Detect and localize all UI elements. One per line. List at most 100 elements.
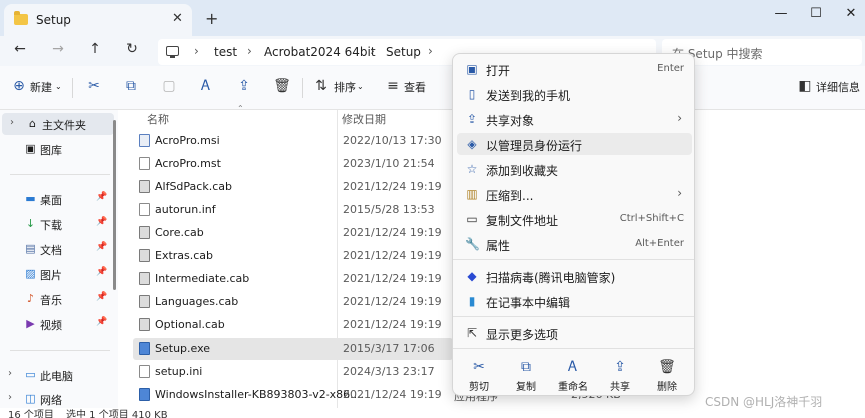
menu-item-edit-notepad[interactable]: ▮ 在记事本中编辑 <box>457 290 692 312</box>
tab-close-icon[interactable]: ✕ <box>172 11 183 26</box>
menu-delete-button[interactable]: 🗑 删除 <box>643 354 691 394</box>
breadcrumb-acrobat[interactable]: Acrobat2024 64bit <box>264 45 376 59</box>
pin-icon[interactable]: 📌 <box>96 267 107 277</box>
sidebar-item-label: 此电脑 <box>40 370 73 383</box>
minimize-button[interactable]: — <box>771 6 791 21</box>
menu-bottom-label: 复制 <box>516 382 536 393</box>
more-options-icon: ⇱ <box>466 326 478 340</box>
cab-file-icon <box>139 318 150 331</box>
cab-file-icon <box>139 180 150 193</box>
pin-icon[interactable]: 📌 <box>96 292 107 302</box>
menu-item-run-as-admin[interactable]: ◈ 以管理员身份运行 <box>457 133 692 155</box>
file-row[interactable]: Core.cab 2021/12/24 19:19 <box>133 222 453 244</box>
file-row[interactable]: AcroPro.msi 2022/10/13 17:30 <box>133 130 453 152</box>
view-button[interactable]: 查看 <box>404 79 426 95</box>
breadcrumb-setup[interactable]: Setup <box>386 45 421 59</box>
file-row[interactable]: Optional.cab 2021/12/24 19:19 <box>133 314 453 336</box>
file-row[interactable]: AcroPro.mst 2023/1/10 21:54 <box>133 153 453 175</box>
menu-item-label: 扫描病毒(腾讯电脑管家) <box>486 271 616 285</box>
msi-file-icon <box>139 134 150 147</box>
menu-item-compress[interactable]: ▥ 压缩到... › <box>457 183 692 205</box>
pin-icon[interactable]: 📌 <box>96 217 107 227</box>
column-header-date[interactable]: 修改日期 <box>342 111 386 127</box>
menu-share-button[interactable]: ⇪ 共享 <box>596 354 644 394</box>
menu-cut-button[interactable]: ✂ 剪切 <box>455 354 503 394</box>
menu-separator <box>453 316 694 317</box>
sidebar-item-desktop[interactable]: ▬ 桌面 📌 <box>0 188 112 210</box>
menu-item-add-favorites[interactable]: ☆ 添加到收藏夹 <box>457 158 692 180</box>
cab-file-icon <box>139 249 150 262</box>
path-icon: ▭ <box>466 212 478 226</box>
chevron-right-icon[interactable]: › <box>10 117 14 128</box>
menu-item-open[interactable]: ▣ 打开 Enter <box>457 58 692 80</box>
file-row-selected[interactable]: Setup.exe 2015/3/17 17:06 <box>133 338 453 360</box>
sort-button[interactable]: 排序 <box>334 79 356 95</box>
new-icon: ⊕ <box>13 78 25 94</box>
file-row[interactable]: Extras.cab 2021/12/24 19:19 <box>133 245 453 267</box>
share-icon[interactable]: ⇪ <box>235 78 253 94</box>
chevron-down-icon: ⌄ <box>357 82 364 91</box>
file-row[interactable]: autorun.inf 2015/5/28 13:53 <box>133 199 453 221</box>
details-button[interactable]: 详细信息 <box>816 79 860 95</box>
pin-icon[interactable]: 📌 <box>96 317 107 327</box>
toolbar-divider <box>302 78 303 98</box>
paste-icon[interactable]: ▢ <box>160 78 178 94</box>
menu-item-share-with[interactable]: ⇪ 共享对象 › <box>457 108 692 130</box>
forward-button[interactable]: → <box>48 41 68 57</box>
menu-item-copy-path[interactable]: ▭ 复制文件地址 Ctrl+Shift+C <box>457 208 692 230</box>
rename-icon[interactable]: Ꭺ <box>197 78 215 94</box>
sidebar-item-downloads[interactable]: ↓ 下载 📌 <box>0 213 112 235</box>
file-row[interactable]: Languages.cab 2021/12/24 19:19 <box>133 291 453 313</box>
chevron-right-icon: › <box>677 111 682 125</box>
title-bar: Setup ✕ + — ☐ ✕ <box>0 0 865 36</box>
sidebar-item-this-pc[interactable]: › ▭ 此电脑 <box>0 364 112 386</box>
sidebar-item-home[interactable]: › ⌂ 主文件夹 <box>2 113 114 135</box>
file-name: Core.cab <box>155 226 204 239</box>
menu-item-properties[interactable]: 🔧 属性 Alt+Enter <box>457 233 692 255</box>
file-name: AcroPro.msi <box>155 134 220 147</box>
menu-item-label: 显示更多选项 <box>486 328 559 342</box>
menu-copy-button[interactable]: ⧉ 复制 <box>502 354 550 394</box>
file-row[interactable]: AlfSdPack.cab 2021/12/24 19:19 <box>133 176 453 198</box>
file-row[interactable]: Intermediate.cab 2021/12/24 19:19 <box>133 268 453 290</box>
menu-item-more-options[interactable]: ⇱ 显示更多选项 <box>457 322 692 344</box>
file-date: 2021/12/24 19:19 <box>343 318 442 331</box>
sidebar-item-documents[interactable]: ▤ 文档 📌 <box>0 238 112 260</box>
network-icon: ◫ <box>25 392 36 405</box>
menu-item-scan-virus[interactable]: ◆ 扫描病毒(腾讯电脑管家) <box>457 265 692 287</box>
refresh-button[interactable]: ↻ <box>122 41 142 57</box>
sidebar-item-gallery[interactable]: ▣ 图库 <box>0 138 112 160</box>
breadcrumb-test[interactable]: test <box>214 45 237 59</box>
breadcrumb-separator: › <box>247 44 252 58</box>
copy-icon[interactable]: ⧉ <box>122 78 140 94</box>
new-tab-icon[interactable]: + <box>205 9 218 28</box>
delete-icon[interactable]: 🗑 <box>273 78 291 94</box>
close-window-button[interactable]: ✕ <box>841 6 861 21</box>
menu-item-label: 添加到收藏夹 <box>486 164 559 178</box>
menu-rename-button[interactable]: Ꭺ 重命名 <box>549 354 597 394</box>
sidebar-item-music[interactable]: ♪ 音乐 📌 <box>0 288 112 310</box>
sidebar-item-videos[interactable]: ▶ 视频 📌 <box>0 313 112 335</box>
chevron-right-icon[interactable]: › <box>8 368 12 379</box>
picture-icon: ▨ <box>25 267 36 280</box>
document-icon: ▤ <box>25 242 36 255</box>
pin-icon[interactable]: 📌 <box>96 242 107 252</box>
navigation-bar: ← → ↑ ↻ › test › Acrobat2024 64bit › Set… <box>0 36 865 66</box>
exe-file-icon <box>139 388 150 401</box>
maximize-button[interactable]: ☐ <box>806 6 826 21</box>
cut-icon[interactable]: ✂ <box>85 78 103 94</box>
file-date: 2015/5/28 13:53 <box>343 203 435 216</box>
file-date: 2024/3/13 23:17 <box>343 365 435 378</box>
file-row[interactable]: setup.ini 2024/3/13 23:17 <box>133 361 453 383</box>
menu-item-send-to-phone[interactable]: ▯ 发送到我的手机 <box>457 83 692 105</box>
tab-setup[interactable]: Setup ✕ <box>4 4 192 36</box>
sidebar-scrollbar[interactable] <box>113 120 116 290</box>
chevron-right-icon[interactable]: › <box>8 392 12 403</box>
new-button[interactable]: 新建 <box>30 79 52 95</box>
up-button[interactable]: ↑ <box>85 41 105 57</box>
column-header-name[interactable]: 名称 <box>147 111 169 127</box>
back-button[interactable]: ← <box>10 41 30 57</box>
sidebar-item-pictures[interactable]: ▨ 图片 📌 <box>0 263 112 285</box>
pin-icon[interactable]: 📌 <box>96 192 107 202</box>
this-pc-icon: ▭ <box>25 368 36 381</box>
